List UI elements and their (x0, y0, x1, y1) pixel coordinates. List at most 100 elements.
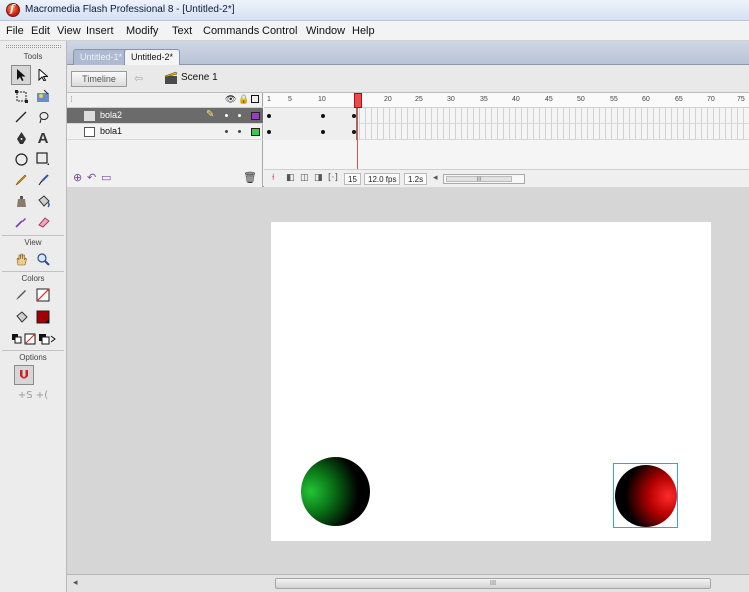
keyframe[interactable] (321, 114, 325, 118)
rectangle-tool-icon[interactable] (33, 149, 53, 169)
timeline-panel: ⁞ 👁 🔒 bola2 ✎ bola1 ⊕ ↶ ▭ 🗑 1 5 10 20 25… (67, 93, 749, 187)
layer-footer: ⊕ ↶ ▭ 🗑 (67, 169, 263, 187)
ruler-label: 35 (480, 96, 488, 103)
keyframe[interactable] (352, 130, 356, 134)
tools-divider (2, 350, 64, 351)
brush-tool-icon[interactable] (33, 170, 53, 190)
menu-edit[interactable]: Edit (31, 25, 50, 37)
trash-icon[interactable]: 🗑 (243, 171, 257, 184)
timeline-toggle-button[interactable]: Timeline (71, 71, 127, 87)
onion-skin-outlines-icon[interactable]: ◫ (300, 173, 309, 183)
menu-control[interactable]: Control (262, 25, 297, 37)
eraser-tool-icon[interactable] (33, 212, 53, 232)
insert-layer-folder-icon[interactable]: ▭ (101, 171, 111, 184)
stage-scroll-thumb[interactable]: III (275, 578, 711, 589)
menu-commands[interactable]: Commands (203, 25, 259, 37)
document-tab-untitled-2[interactable]: Untitled-2* (124, 49, 181, 65)
menu-modify[interactable]: Modify (126, 25, 158, 37)
ink-bottle-tool-icon[interactable] (11, 191, 31, 211)
ruler-label: 40 (512, 96, 520, 103)
menu-window[interactable]: Window (306, 25, 345, 37)
menu-file[interactable]: File (6, 25, 24, 37)
color-swap-buttons[interactable] (8, 329, 60, 349)
layer-row-bola1[interactable]: bola1 (67, 124, 263, 140)
paint-bucket-tool-icon[interactable] (33, 191, 53, 211)
menu-text[interactable]: Text (172, 25, 192, 37)
menu-insert[interactable]: Insert (86, 25, 114, 37)
stroke-color-icon[interactable] (11, 285, 31, 305)
lasso-tool-icon[interactable] (33, 107, 53, 127)
keyframe[interactable] (352, 114, 356, 118)
stage-horizontal-scrollbar[interactable]: ◂ III (67, 574, 749, 592)
flash-app-icon: f (6, 3, 20, 17)
colors-header: Colors (21, 274, 45, 283)
fill-color-icon[interactable] (11, 307, 31, 327)
stage-canvas[interactable] (271, 222, 711, 541)
layer-name: bola2 (100, 110, 123, 120)
menu-help[interactable]: Help (352, 25, 375, 37)
frame-row-bola2[interactable] (264, 108, 749, 124)
view-header: View (24, 238, 42, 247)
smooth-straighten-icons[interactable]: +S +( (11, 385, 55, 405)
stroke-color-swatch[interactable] (33, 285, 53, 305)
keyframe[interactable] (267, 114, 271, 118)
snap-magnet-icon[interactable] (14, 365, 34, 385)
pencil-tool-icon[interactable] (11, 170, 31, 190)
visibility-dot[interactable] (225, 130, 228, 133)
frame-ruler[interactable]: 1 5 10 15 20 25 30 35 40 45 50 55 60 65 … (264, 93, 749, 108)
frames-panel: 1 5 10 15 20 25 30 35 40 45 50 55 60 65 … (264, 93, 749, 187)
selection-tool-icon[interactable] (11, 65, 31, 85)
modify-onion-markers-icon[interactable]: [·] (328, 173, 338, 183)
outline-color-box[interactable] (251, 128, 260, 136)
document-tab-untitled-1[interactable]: Untitled-1* (73, 49, 130, 65)
timeline-scrollbar[interactable]: III (443, 174, 525, 184)
frame-row-bola1[interactable] (264, 124, 749, 140)
timeline-scroll-thumb[interactable]: III (446, 176, 512, 183)
timeline-grip[interactable]: ⁞ (70, 95, 73, 105)
text-tool-icon[interactable]: A (33, 128, 53, 148)
ruler-label: 75 (737, 96, 745, 103)
scroll-left-icon[interactable]: ◂ (433, 173, 438, 183)
edit-bar: Timeline ⇦ Scene 1 (67, 65, 749, 93)
hand-tool-icon[interactable] (11, 249, 31, 269)
ruler-label: 45 (545, 96, 553, 103)
onion-skin-icon[interactable]: ◧ (286, 173, 295, 183)
insert-layer-icon[interactable]: ⊕ (73, 171, 82, 184)
edit-multiple-frames-icon[interactable]: ◨ (314, 173, 323, 183)
tools-header: Tools (23, 52, 43, 61)
visibility-dot[interactable] (225, 114, 228, 117)
lock-dot[interactable] (238, 130, 241, 133)
free-transform-tool-icon[interactable] (11, 86, 31, 106)
flash-app-window: f Macromedia Flash Professional 8 - [Unt… (0, 0, 749, 592)
pen-tool-icon[interactable] (11, 128, 31, 148)
eyedropper-tool-icon[interactable] (11, 212, 31, 232)
eye-icon[interactable]: 👁 (225, 95, 236, 105)
keyframe[interactable] (321, 130, 325, 134)
add-motion-guide-icon[interactable]: ↶ (87, 171, 96, 184)
frame-span (264, 108, 357, 124)
outline-color-box[interactable] (251, 112, 260, 120)
back-arrow-icon[interactable]: ⇦ (134, 72, 143, 85)
subselection-tool-icon[interactable] (33, 65, 53, 85)
lock-icon[interactable]: 🔒 (238, 95, 249, 105)
document-tab-bar: Untitled-1* Untitled-2* (67, 41, 749, 65)
center-frame-icon[interactable]: ⍿ (272, 173, 274, 183)
tools-grip[interactable] (6, 45, 61, 48)
layer-icon (84, 111, 95, 121)
playhead[interactable] (354, 93, 362, 108)
keyframe[interactable] (267, 130, 271, 134)
outline-icon[interactable] (250, 95, 260, 105)
frame-rate-field[interactable]: 12.0 fps (364, 173, 401, 185)
lock-dot[interactable] (238, 114, 241, 117)
scroll-left-arrow-icon[interactable]: ◂ (73, 578, 78, 588)
selection-box[interactable] (613, 463, 678, 528)
oval-tool-icon[interactable] (11, 149, 31, 169)
ball-bola1[interactable] (301, 457, 370, 526)
fill-transform-tool-icon[interactable] (33, 86, 53, 106)
menu-view[interactable]: View (57, 25, 81, 37)
layer-row-bola2[interactable]: bola2 ✎ (67, 108, 263, 124)
line-tool-icon[interactable] (11, 107, 31, 127)
zoom-tool-icon[interactable] (33, 249, 53, 269)
layers-panel: ⁞ 👁 🔒 bola2 ✎ bola1 ⊕ ↶ ▭ 🗑 (67, 93, 263, 187)
fill-color-swatch[interactable] (33, 307, 53, 327)
